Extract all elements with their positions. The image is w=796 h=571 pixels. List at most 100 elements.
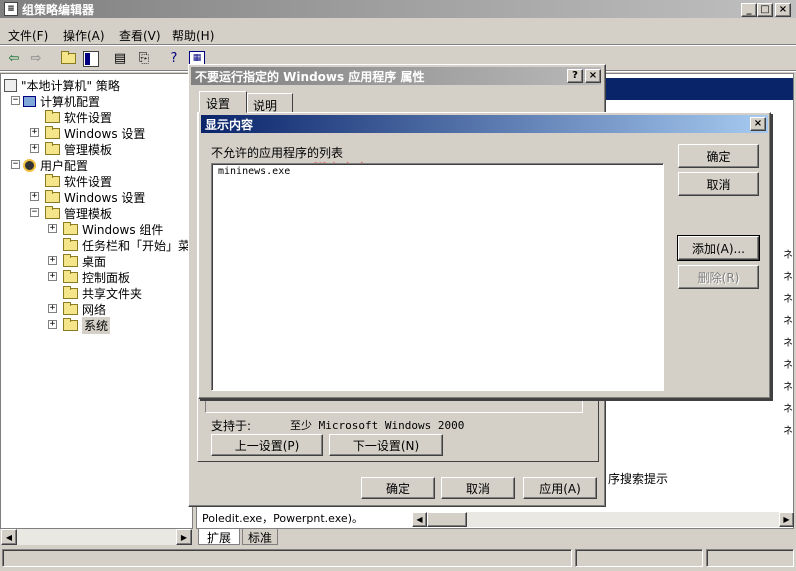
tree-cc-windows[interactable]: Windows 设置: [45, 125, 145, 141]
right-pane-explain: Poledit.exe，Powerpnt.exe)。: [202, 512, 363, 525]
supported-label: 支持于:: [211, 419, 252, 433]
show-contents-title-bar: 显示内容: [201, 115, 768, 133]
tree-computer-config[interactable]: 计算机配置: [23, 93, 100, 109]
right-pane-search-hint: 序搜索提示: [608, 472, 669, 486]
close-button[interactable]: ×: [585, 69, 601, 83]
expand-user-config[interactable]: −: [11, 160, 20, 169]
expand-uc-windows[interactable]: +: [30, 192, 39, 201]
tab-settings[interactable]: 设置: [199, 91, 247, 113]
tree-uc-admin[interactable]: 管理模板: [45, 205, 112, 221]
add-button[interactable]: 添加(A)...: [677, 235, 760, 261]
tree-uc-windows[interactable]: Windows 设置: [45, 189, 145, 205]
tree-system[interactable]: 系统: [63, 316, 111, 334]
tree-user-config[interactable]: 用户配置: [23, 157, 88, 173]
tree-windows-components[interactable]: Windows 组件: [63, 221, 163, 237]
tree-shared-folders[interactable]: 共享文件夹: [63, 285, 142, 301]
list-item[interactable]: mininews.exe: [218, 166, 290, 177]
help-button[interactable]: ?: [567, 69, 583, 83]
folder-icon: [63, 237, 78, 251]
supported-value: 至少 Microsoft Windows 2000: [290, 419, 465, 432]
app-icon: ≡: [4, 2, 18, 16]
tree-network[interactable]: 网络: [63, 301, 106, 317]
tree-cc-admin[interactable]: 管理模板: [45, 141, 112, 157]
expand-cc-admin[interactable]: +: [30, 144, 39, 153]
tree-cc-software[interactable]: 软件设置: [45, 109, 112, 125]
tab-explain[interactable]: 说明: [247, 93, 293, 113]
status-bar-section: [2, 549, 572, 567]
scroll-right-button[interactable]: ▶: [779, 512, 794, 527]
expand-network[interactable]: +: [48, 304, 57, 313]
computer-icon: [23, 95, 36, 107]
properties-icon[interactable]: ▤: [112, 51, 128, 67]
scroll-thumb[interactable]: [427, 512, 467, 527]
expand-system[interactable]: +: [48, 320, 57, 329]
tree-desktop[interactable]: 桌面: [63, 253, 106, 269]
menu-help[interactable]: 帮助(H): [172, 27, 214, 44]
expand-uc-admin[interactable]: −: [30, 208, 39, 217]
expand-cc-windows[interactable]: +: [30, 128, 39, 137]
tree-pane: "本地计算机" 策略 − 计算机配置 软件设置 + Windows 设置 + 管…: [0, 73, 193, 529]
properties-title: 不要运行指定的 Windows 应用程序 属性: [195, 69, 425, 84]
folder-icon: [45, 125, 60, 139]
ok-button[interactable]: 确定: [361, 477, 435, 499]
application-list[interactable]: mininews.exe: [211, 163, 664, 391]
tree-uc-software[interactable]: 软件设置: [45, 173, 112, 189]
scroll-right-button[interactable]: ▶: [176, 529, 192, 545]
folder-icon: [45, 141, 60, 155]
menu-view[interactable]: 查看(V): [119, 27, 161, 44]
help-icon[interactable]: ?: [166, 51, 182, 67]
folder-icon: [45, 173, 60, 187]
scroll-left-button[interactable]: ◀: [1, 529, 17, 545]
minimize-button[interactable]: _: [741, 3, 757, 17]
right-hscrollbar[interactable]: ◀ ▶: [412, 512, 794, 527]
tree-hscrollbar[interactable]: ◀ ▶: [1, 529, 192, 545]
user-icon: [23, 158, 36, 172]
close-button[interactable]: ×: [775, 3, 791, 17]
maximize-button[interactable]: □: [757, 3, 773, 17]
tree-control-panel[interactable]: 控制面板: [63, 269, 130, 285]
expand-windows-components[interactable]: +: [48, 224, 57, 233]
expand-control-panel[interactable]: +: [48, 272, 57, 281]
tab-standard[interactable]: 标准: [242, 529, 278, 545]
next-setting-button[interactable]: 下一设置(N): [329, 434, 443, 456]
prev-setting-button[interactable]: 上一设置(P): [211, 434, 323, 456]
folder-icon: [63, 253, 78, 267]
policy-icon: [4, 78, 17, 92]
export-list-icon[interactable]: ⎘: [136, 51, 152, 67]
back-arrow-icon[interactable]: ⇦: [6, 51, 22, 67]
up-folder-icon[interactable]: [60, 51, 76, 67]
show-contents-title: 显示内容: [205, 117, 254, 132]
menu-action[interactable]: 操作(A): [63, 27, 105, 44]
expand-desktop[interactable]: +: [48, 256, 57, 265]
show-tree-icon[interactable]: [83, 51, 99, 67]
folder-icon: [63, 285, 78, 299]
forward-arrow-icon[interactable]: ⇨: [28, 51, 44, 67]
window-title: 组策略编辑器: [22, 2, 95, 17]
tree-taskbar[interactable]: 任务栏和「开始」菜: [63, 237, 190, 253]
status-bar-section: [706, 549, 794, 567]
menu-divider: [0, 44, 796, 46]
open-folder-icon: [63, 317, 78, 331]
expand-computer-config[interactable]: −: [11, 96, 20, 105]
tree-root[interactable]: "本地计算机" 策略: [4, 77, 120, 93]
status-bar-section: [575, 549, 703, 567]
folder-icon: [63, 301, 78, 315]
folder-icon: [63, 221, 78, 235]
menu-file[interactable]: 文件(F): [8, 27, 48, 44]
folder-icon: [45, 189, 60, 203]
properties-title-bar: 不要运行指定的 Windows 应用程序 属性: [191, 67, 601, 85]
remove-button[interactable]: 删除(R): [678, 265, 759, 289]
close-button[interactable]: ×: [750, 117, 766, 131]
folder-icon: [63, 269, 78, 283]
folder-icon: [45, 109, 60, 123]
right-edge-column: ネネネネネネネネネ: [783, 250, 793, 437]
tab-extended[interactable]: 扩展: [198, 529, 240, 545]
cancel-button[interactable]: 取消: [678, 172, 759, 196]
apply-button[interactable]: 应用(A): [523, 477, 597, 499]
folder-icon: [45, 205, 60, 219]
cancel-button[interactable]: 取消: [441, 477, 515, 499]
show-contents-dialog: 显示内容 × 不允许的应用程序的列表 脚本之家 www.jb51.net min…: [198, 112, 771, 399]
main-title-bar: ≡ 组策略编辑器: [0, 0, 796, 18]
ok-button[interactable]: 确定: [678, 144, 759, 168]
scroll-left-button[interactable]: ◀: [412, 512, 427, 527]
